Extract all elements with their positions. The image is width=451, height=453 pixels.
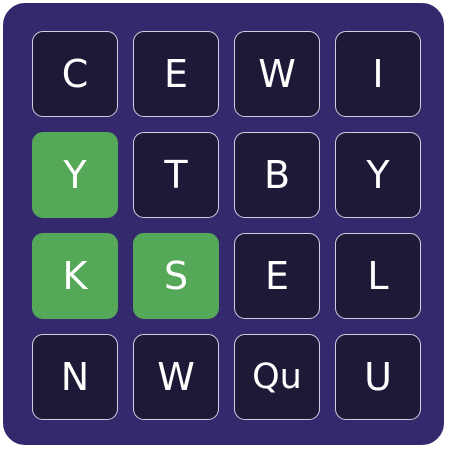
letter-tile-r1-c1[interactable]: T bbox=[133, 132, 219, 218]
tile-letter: Y bbox=[366, 153, 390, 197]
letter-tile-r2-c2[interactable]: E bbox=[234, 233, 320, 319]
letter-tile-r1-c2[interactable]: B bbox=[234, 132, 320, 218]
tile-letter: I bbox=[372, 52, 384, 96]
letter-tile-r3-c3[interactable]: U bbox=[335, 334, 421, 420]
letter-tile-r1-c0[interactable]: Y bbox=[32, 132, 118, 218]
letter-tile-r2-c3[interactable]: L bbox=[335, 233, 421, 319]
letter-tile-r2-c1[interactable]: S bbox=[133, 233, 219, 319]
letter-tile-r1-c3[interactable]: Y bbox=[335, 132, 421, 218]
tile-letter: E bbox=[163, 52, 188, 96]
letter-tile-r0-c1[interactable]: E bbox=[133, 31, 219, 117]
letter-tile-r3-c2[interactable]: Qu bbox=[234, 334, 320, 420]
letter-tile-r3-c1[interactable]: W bbox=[133, 334, 219, 420]
letter-tile-r0-c0[interactable]: C bbox=[32, 31, 118, 117]
letter-grid: C E W I Y T B Y K S E L N W Qu U bbox=[32, 31, 421, 420]
tile-letter: L bbox=[367, 254, 389, 298]
tile-letter: Y bbox=[63, 153, 87, 197]
letter-tile-r0-c3[interactable]: I bbox=[335, 31, 421, 117]
game-board: C E W I Y T B Y K S E L N W Qu U bbox=[1, 1, 446, 447]
letter-tile-r3-c0[interactable]: N bbox=[32, 334, 118, 420]
tile-letter: K bbox=[62, 254, 88, 298]
tile-letter: B bbox=[263, 153, 291, 197]
tile-letter: W bbox=[157, 355, 195, 399]
letter-tile-r2-c0[interactable]: K bbox=[32, 233, 118, 319]
letter-tile-r0-c2[interactable]: W bbox=[234, 31, 320, 117]
tile-letter: E bbox=[264, 254, 289, 298]
tile-letter: C bbox=[61, 52, 89, 96]
tile-letter: U bbox=[364, 355, 392, 399]
tile-letter: S bbox=[163, 254, 189, 298]
tile-letter: Qu bbox=[252, 356, 302, 397]
tile-letter: W bbox=[258, 52, 296, 96]
tile-letter: N bbox=[60, 355, 90, 399]
tile-letter: T bbox=[164, 153, 188, 197]
